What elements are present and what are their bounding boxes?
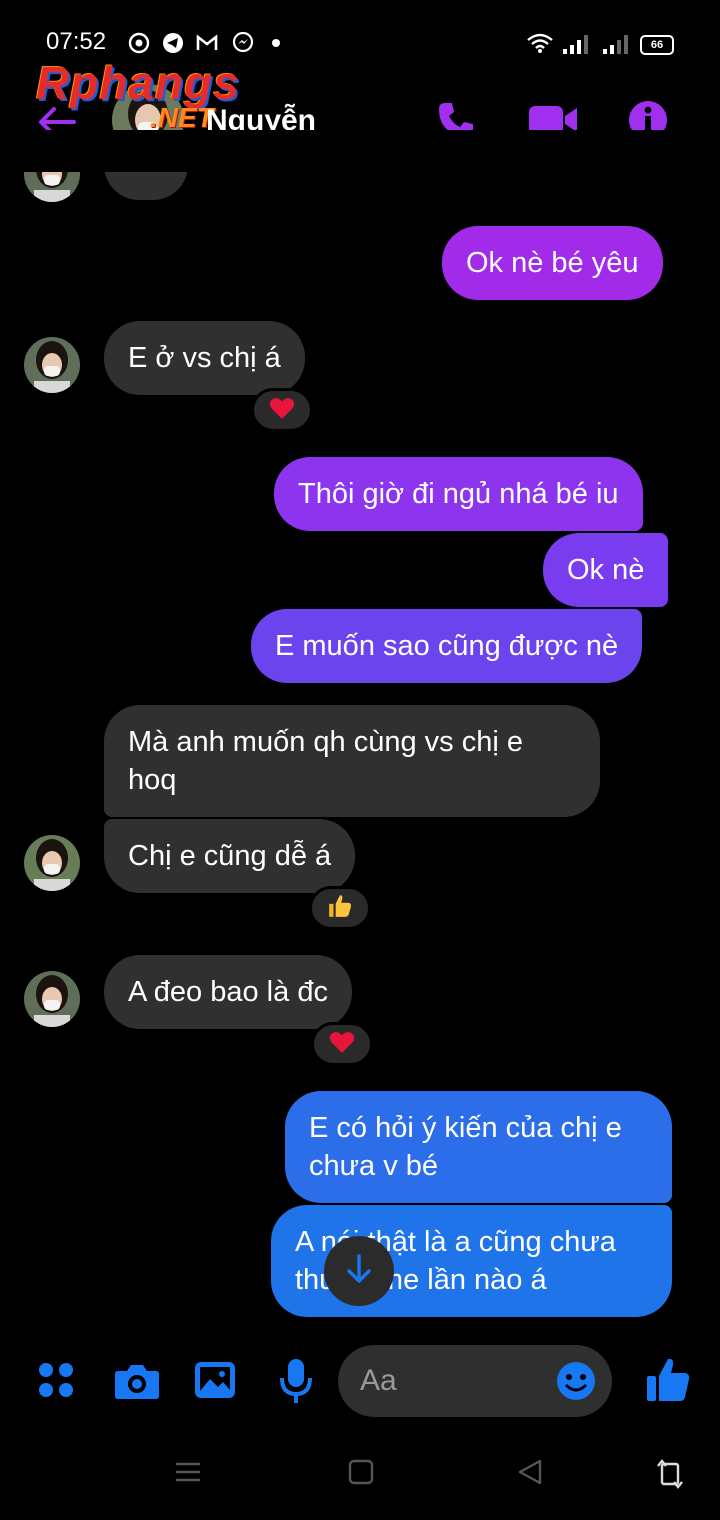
message-bubble[interactable]: Mà anh muốn qh cùng vs chị e hoq xyxy=(104,705,600,817)
thumbs-up-icon xyxy=(327,893,353,924)
battery-indicator: 66 xyxy=(640,35,674,55)
header-backdrop xyxy=(0,130,720,172)
message-bubble[interactable]: Chị e cũng dễ á xyxy=(104,819,356,893)
message-bubble[interactable]: E ở vs chị á xyxy=(104,321,305,395)
message-bubble[interactable]: E có hỏi ý kiến của chị e chưa v bé xyxy=(285,1091,672,1203)
status-time: 07:52 xyxy=(46,28,107,55)
heart-icon xyxy=(329,1030,355,1059)
message-bubble[interactable]: Thôi giờ đi ngủ nhá bé iu xyxy=(274,457,643,531)
back-icon[interactable] xyxy=(516,1458,544,1486)
reaction-thumbs-up[interactable] xyxy=(309,886,371,930)
gmail-icon xyxy=(196,32,218,54)
heart-icon xyxy=(269,396,295,425)
signal-icon-2 xyxy=(602,34,632,54)
signal-icon-1 xyxy=(562,34,592,54)
sender-avatar[interactable] xyxy=(24,971,80,1027)
camera-icon[interactable] xyxy=(114,1362,160,1400)
menu-grid-icon[interactable] xyxy=(36,1360,76,1400)
sender-avatar[interactable] xyxy=(24,337,80,393)
gallery-icon[interactable] xyxy=(194,1361,236,1399)
wifi-icon xyxy=(526,32,554,54)
scroll-to-bottom-button[interactable] xyxy=(324,1236,394,1306)
message-bubble[interactable]: Ok nè bé yêu xyxy=(442,226,663,300)
arrow-down-icon xyxy=(343,1253,375,1290)
notification-dot xyxy=(272,39,280,47)
message-bubble[interactable]: E muốn sao cũng được nè xyxy=(251,609,643,683)
chrome-icon xyxy=(128,32,150,54)
reaction-heart[interactable] xyxy=(311,1022,373,1066)
sender-avatar[interactable] xyxy=(24,835,80,891)
rotate-icon[interactable] xyxy=(656,1458,684,1490)
like-icon[interactable] xyxy=(646,1356,690,1402)
recent-apps-icon[interactable] xyxy=(174,1458,202,1486)
telegram-icon xyxy=(162,32,184,54)
message-input-placeholder: Aa xyxy=(360,1364,397,1397)
microphone-icon[interactable] xyxy=(278,1358,314,1404)
message-bubble[interactable]: A đeo bao là đc xyxy=(104,955,352,1029)
messenger-icon xyxy=(232,31,254,54)
emoji-icon[interactable] xyxy=(556,1361,596,1401)
message-bubble[interactable]: Ok nè xyxy=(543,533,669,607)
reaction-heart[interactable] xyxy=(251,388,313,432)
home-icon[interactable] xyxy=(347,1458,375,1486)
